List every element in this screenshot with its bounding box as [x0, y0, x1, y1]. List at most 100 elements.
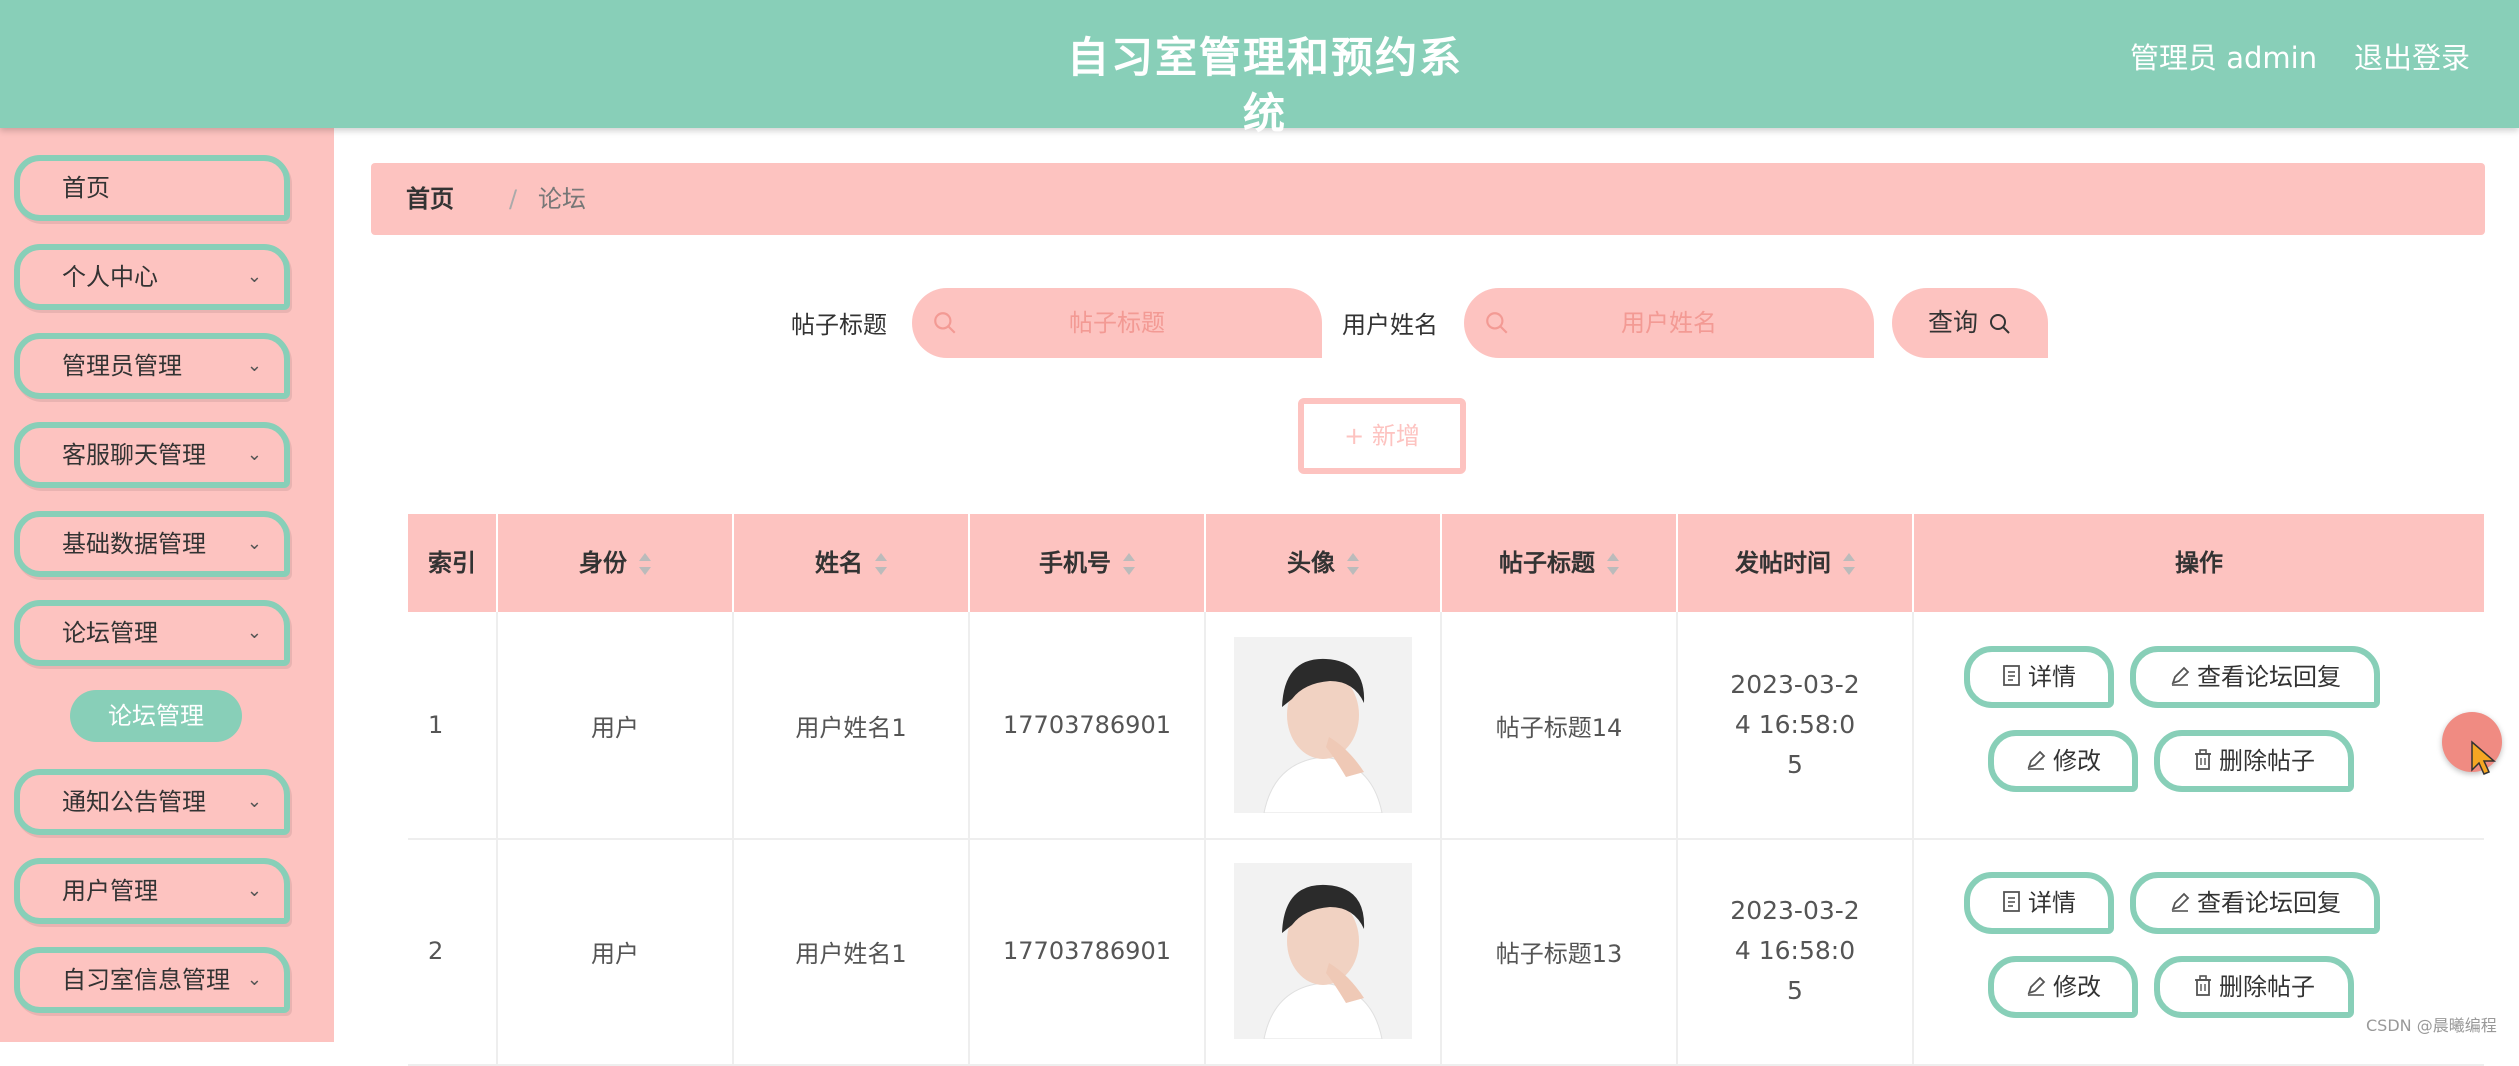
delete-button-label: 删除帖子: [2219, 747, 2315, 775]
cell-avatar: [1206, 838, 1442, 1064]
table-row: 1 用户 用户姓名1 17703786901 帖子标题14 2023-03-24…: [408, 612, 2484, 840]
search-icon: [1990, 314, 2010, 334]
edit-button-label: 修改: [2053, 973, 2101, 1001]
cell-index: 2: [408, 838, 498, 1064]
post-title-label: 帖子标题: [791, 311, 887, 339]
current-user: 管理员 admin: [2130, 41, 2318, 75]
chevron-down-icon: ⌄: [246, 622, 262, 643]
edit-button[interactable]: 修改: [1988, 730, 2138, 792]
detail-button-label: 详情: [2028, 663, 2076, 691]
cell-actions: 详情 查看论坛回复 修改 删除帖子: [1914, 612, 2484, 838]
chevron-down-icon: ⌄: [246, 444, 262, 465]
sort-icon: [1607, 553, 1619, 575]
col-index: 索引: [408, 514, 498, 612]
post-title-input[interactable]: 帖子标题: [912, 288, 1322, 358]
query-button[interactable]: 查询: [1892, 288, 2048, 358]
cell-phone: 17703786901: [970, 612, 1206, 838]
user-name-label: 用户姓名: [1342, 311, 1438, 339]
cell-name: 用户姓名1: [734, 612, 970, 838]
sidebar-item-user-management[interactable]: 用户管理 ⌄: [14, 858, 290, 924]
cell-role: 用户: [498, 612, 734, 838]
edit-icon: [2171, 666, 2190, 686]
breadcrumb-home[interactable]: 首页: [406, 163, 454, 235]
detail-button[interactable]: 详情: [1964, 872, 2114, 934]
top-header: 自习室管理和预约系统 管理员 admin 退出登录: [0, 0, 2519, 138]
cell-post-title: 帖子标题14: [1442, 612, 1678, 838]
logout-link[interactable]: 退出登录: [2354, 38, 2470, 78]
col-name[interactable]: 姓名: [734, 514, 970, 612]
view-replies-button[interactable]: 查看论坛回复: [2130, 646, 2380, 708]
edit-icon: [2027, 976, 2046, 996]
col-name-label: 姓名: [815, 549, 863, 577]
chevron-down-icon: ⌄: [246, 791, 262, 812]
table-header: 索引 身份 姓名 手机号 头像 帖子标题 发帖时间 操作: [408, 514, 2484, 612]
col-phone[interactable]: 手机号: [970, 514, 1206, 612]
edit-button-label: 修改: [2053, 747, 2101, 775]
app-title: 自习室管理和预约系统: [1066, 33, 1463, 138]
mouse-cursor-icon: [2471, 740, 2497, 775]
chevron-down-icon: ⌄: [246, 266, 262, 287]
submenu-forum-management[interactable]: 论坛管理: [70, 690, 242, 742]
table-row: 2 用户 用户姓名1 17703786901 帖子标题13 2023-03-24…: [408, 838, 2484, 1066]
trash-icon: [2195, 749, 2211, 770]
main-content: 首页 / 论坛 帖子标题 帖子标题 用户姓名 用户姓名 查询 + 新增 索引 身…: [334, 128, 2519, 1066]
cell-phone: 17703786901: [970, 838, 1206, 1064]
sidebar-item-personal-center[interactable]: 个人中心 ⌄: [14, 244, 290, 310]
add-button[interactable]: + 新增: [1298, 398, 1466, 474]
chevron-down-icon: ⌄: [246, 533, 262, 554]
chevron-down-icon: ⌄: [246, 355, 262, 376]
watermark: CSDN @晨曦编程: [2366, 1016, 2497, 1035]
col-phone-label: 手机号: [1039, 549, 1111, 577]
sidebar-item-notice-management[interactable]: 通知公告管理 ⌄: [14, 769, 290, 835]
edit-button[interactable]: 修改: [1988, 956, 2138, 1018]
sidebar-item-study-room-management[interactable]: 自习室信息管理 ⌄: [14, 947, 290, 1013]
col-actions: 操作: [2175, 549, 2223, 577]
view-replies-button[interactable]: 查看论坛回复: [2130, 872, 2380, 934]
user-name-placeholder: 用户姓名: [1621, 309, 1717, 337]
sidebar-item-label: 客服聊天管理: [62, 441, 206, 469]
edit-icon: [2171, 892, 2190, 912]
sidebar-item-home[interactable]: 首页: [14, 155, 290, 221]
user-name-input[interactable]: 用户姓名: [1464, 288, 1874, 358]
sidebar-item-label: 基础数据管理: [62, 530, 206, 558]
query-button-label: 查询: [1928, 308, 1979, 337]
sort-icon: [639, 553, 651, 575]
delete-button[interactable]: 删除帖子: [2154, 730, 2354, 792]
sidebar-item-base-data[interactable]: 基础数据管理 ⌄: [14, 511, 290, 577]
avatar[interactable]: [1234, 863, 1412, 1039]
document-icon: [2003, 891, 2020, 912]
sidebar: 首页 个人中心 ⌄ 管理员管理 ⌄ 客服聊天管理 ⌄ 基础数据管理 ⌄ 论坛管理…: [0, 128, 334, 1042]
col-role[interactable]: 身份: [498, 514, 734, 612]
detail-button[interactable]: 详情: [1964, 646, 2114, 708]
sidebar-item-label: 自习室信息管理: [62, 966, 230, 994]
delete-button[interactable]: 删除帖子: [2154, 956, 2354, 1018]
sidebar-item-admin-management[interactable]: 管理员管理 ⌄: [14, 333, 290, 399]
breadcrumb-separator: /: [509, 185, 518, 213]
col-post-time[interactable]: 发帖时间: [1678, 514, 1914, 612]
col-post-title[interactable]: 帖子标题: [1442, 514, 1678, 612]
chevron-down-icon: ⌄: [246, 880, 262, 901]
document-icon: [2003, 665, 2020, 686]
sidebar-item-chat-management[interactable]: 客服聊天管理 ⌄: [14, 422, 290, 488]
sidebar-item-forum-management[interactable]: 论坛管理 ⌄: [14, 600, 290, 666]
sort-icon: [875, 553, 887, 575]
cell-name: 用户姓名1: [734, 838, 970, 1064]
sidebar-item-label: 个人中心: [62, 263, 158, 291]
view-replies-button-label: 查看论坛回复: [2197, 663, 2341, 691]
cell-index: 1: [408, 612, 498, 838]
col-avatar[interactable]: 头像: [1206, 514, 1442, 612]
trash-icon: [2195, 975, 2211, 996]
col-post-title-label: 帖子标题: [1499, 549, 1595, 577]
sidebar-item-label: 管理员管理: [62, 352, 182, 380]
sidebar-item-label: 通知公告管理: [62, 788, 206, 816]
col-post-time-label: 发帖时间: [1735, 549, 1831, 577]
cell-avatar: [1206, 612, 1442, 838]
sidebar-item-label: 用户管理: [62, 877, 158, 905]
avatar[interactable]: [1234, 637, 1412, 813]
breadcrumb-current: 论坛: [538, 185, 586, 213]
cell-post-time: 2023-03-24 16:58:05: [1678, 838, 1914, 1064]
sort-icon: [1347, 553, 1359, 575]
sort-icon: [1843, 553, 1855, 575]
cell-role: 用户: [498, 838, 734, 1064]
detail-button-label: 详情: [2028, 889, 2076, 917]
